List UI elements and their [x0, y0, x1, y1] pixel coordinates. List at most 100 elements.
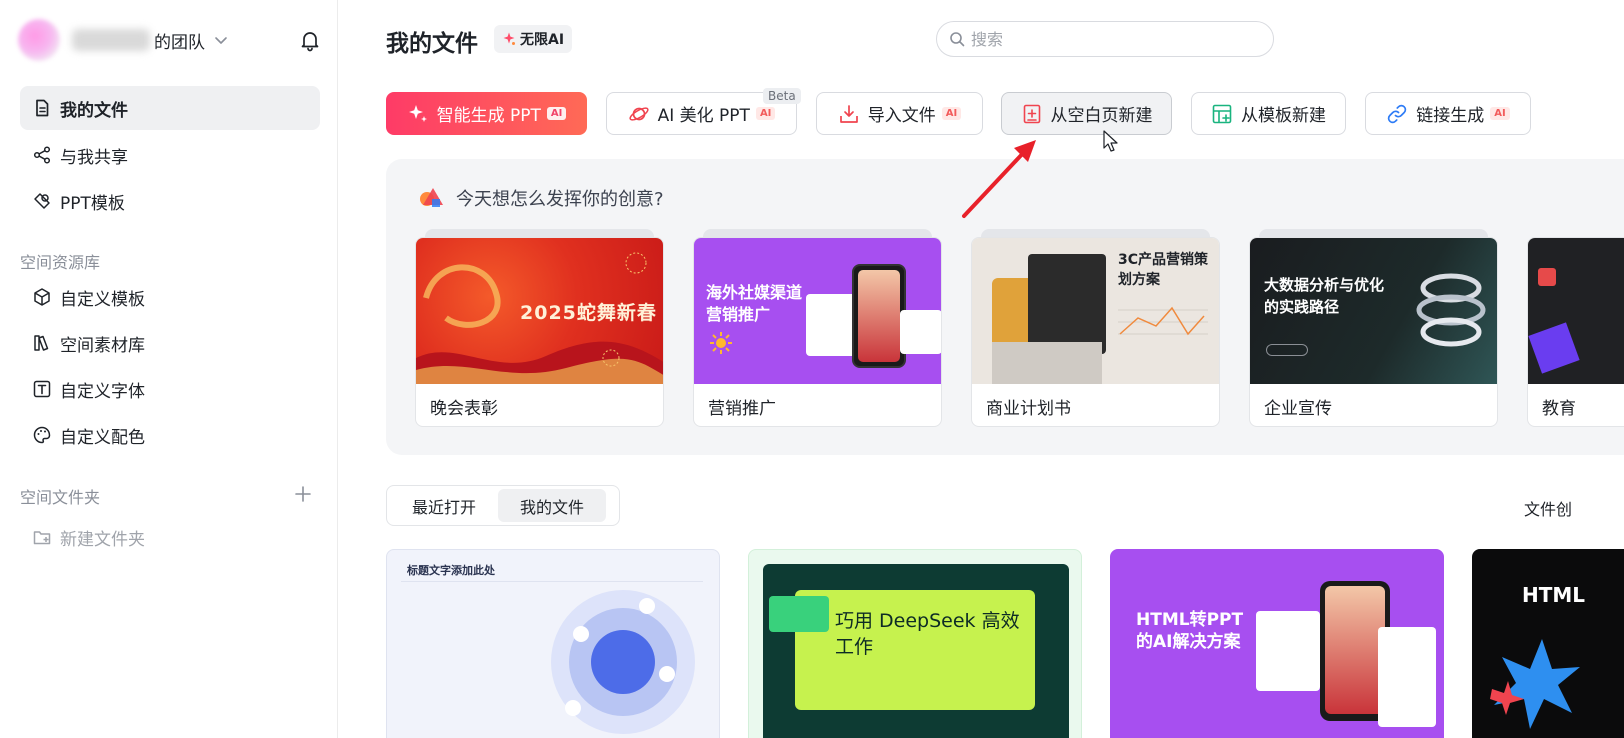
sidebar-item-label: 与我共享: [60, 147, 128, 168]
device-base: [992, 342, 1102, 384]
template-label: 教育: [1542, 398, 1576, 419]
import-icon: [838, 103, 860, 125]
template-label: 晚会表彰: [430, 398, 498, 419]
ai-tag: AI: [1490, 107, 1510, 120]
space-library-heading: 空间资源库: [20, 253, 101, 272]
sidebar-item-ppt-templates[interactable]: PPT模板: [20, 179, 320, 223]
template-plus-icon: [1211, 103, 1233, 125]
page-title: 我的文件: [386, 31, 478, 57]
ai-tag: AI: [941, 107, 962, 120]
new-folder-button[interactable]: 新建文件夹: [20, 515, 320, 559]
template-label: 企业宣传: [1264, 398, 1332, 419]
template-thumbnail: 海外社媒渠道营销推广: [694, 238, 941, 384]
sidebar-item-label: PPT模板: [60, 193, 125, 214]
action-label: AI 美化 PPT: [657, 106, 750, 126]
new-folder-label: 新建文件夹: [60, 529, 145, 550]
thumb-shape: [1538, 268, 1556, 286]
link-icon: [1386, 103, 1408, 125]
sidebar-item-label: 空间素材库: [60, 335, 145, 356]
ai-generate-ppt-button[interactable]: 智能生成 PPT AI: [386, 92, 587, 135]
template-label: 商业计划书: [986, 398, 1071, 419]
template-card-marketing[interactable]: 海外社媒渠道营销推广 营销推广: [693, 237, 942, 427]
sidebar-item-custom-colors[interactable]: 自定义配色: [20, 413, 320, 457]
sidebar-item-shared[interactable]: 与我共享: [20, 133, 320, 177]
thumb-slide: 巧用 DeepSeek 高效工作: [763, 564, 1069, 738]
sidebar-item-label: 我的文件: [60, 100, 128, 121]
import-file-button[interactable]: 导入文件 AI: [816, 92, 983, 135]
template-thumb-title: 海外社媒渠道营销推广: [706, 283, 803, 324]
new-blank-button[interactable]: 从空白页新建: [1001, 92, 1172, 135]
new-from-template-button[interactable]: 从模板新建: [1191, 92, 1346, 135]
folder-plus-icon: [32, 527, 52, 547]
file-card[interactable]: 标题文字添加此处: [386, 549, 720, 738]
file-tabs: 最近打开 我的文件: [386, 485, 620, 526]
search-icon: [950, 32, 965, 47]
prompt-text: 今天想怎么发挥你的创意?: [456, 189, 664, 210]
template-thumb-title: 3C产品营销策划方案: [1118, 252, 1209, 288]
share-icon: [32, 145, 52, 165]
sidebar-item-custom-fonts[interactable]: 自定义字体: [20, 367, 320, 411]
sidebar-item-custom-templates[interactable]: 自定义模板: [20, 275, 320, 319]
team-avatar: [18, 19, 60, 61]
tab-recent[interactable]: 最近打开: [390, 489, 498, 522]
template-card-corporate[interactable]: 大数据分析与优化的实践路径 企业宣传: [1249, 237, 1498, 427]
sidebar-item-label: 自定义配色: [60, 427, 145, 448]
ai-tag: AI: [546, 107, 567, 120]
search-input[interactable]: [971, 29, 1251, 49]
ai-quota-badge[interactable]: 无限AI: [494, 25, 573, 53]
add-folder-icon[interactable]: [293, 484, 313, 504]
sort-by-label[interactable]: 文件创: [1524, 496, 1572, 520]
bell-icon[interactable]: [298, 28, 322, 52]
blank-page-plus-icon: [1021, 103, 1043, 125]
sidebar-item-label: 自定义字体: [60, 381, 145, 402]
thumb-shape: [1528, 322, 1580, 374]
tab-my-files[interactable]: 我的文件: [498, 489, 607, 522]
file-thumb-title: 巧用 DeepSeek 高效工作: [835, 610, 1020, 658]
social-post-mock: [1378, 627, 1436, 727]
action-label: 导入文件: [867, 106, 936, 126]
file-card[interactable]: HTML: [1472, 549, 1624, 738]
line-chart-illustration: [1118, 306, 1208, 336]
app-root: 的团队 我的文件 与我共享 PPT模板 空间资源库 自定义模板 空间素材库 自定…: [0, 0, 1624, 738]
chevron-down-icon: [215, 37, 227, 44]
circle-diagram-illustration: [551, 590, 695, 734]
sidebar-item-my-files[interactable]: 我的文件: [20, 86, 320, 130]
file-thumb-title: HTML: [1522, 583, 1586, 607]
mouse-cursor-icon: [1103, 130, 1118, 152]
team-name-blurred: [72, 29, 150, 51]
planet-icon: [628, 103, 650, 125]
template-card-business-plan[interactable]: 3C产品营销策划方案 商业计划书: [971, 237, 1220, 427]
document-icon: [32, 98, 52, 118]
palette-icon: [32, 425, 52, 445]
file-thumb-title: HTML转PPT的AI解决方案: [1136, 610, 1244, 652]
template-thumb-title: 2025蛇舞新春: [520, 302, 657, 324]
device-illustration: [1028, 254, 1106, 354]
starburst-illustration: [1490, 639, 1580, 729]
template-thumbnail: 2025蛇舞新春: [416, 238, 663, 384]
team-switcher[interactable]: 的团队: [18, 16, 248, 64]
sparkle-icon: [407, 103, 429, 125]
action-label: 链接生成: [1416, 106, 1485, 126]
annotation-arrow-icon: [962, 140, 1036, 218]
template-card-education[interactable]: 教育: [1527, 237, 1624, 427]
sidebar-item-asset-library[interactable]: 空间素材库: [20, 321, 320, 365]
file-card[interactable]: 巧用 DeepSeek 高效工作: [748, 549, 1082, 738]
file-card[interactable]: HTML转PPT的AI解决方案: [1110, 549, 1444, 738]
thumb-pill: [1266, 344, 1308, 356]
sidebar-item-label: 自定义模板: [60, 289, 145, 310]
cube-icon: [32, 287, 52, 307]
thumb-shape: [769, 596, 829, 632]
action-label: 从模板新建: [1241, 106, 1326, 126]
link-generate-button[interactable]: 链接生成 AI: [1365, 92, 1531, 135]
template-label: 营销推广: [708, 398, 776, 419]
font-icon: [32, 379, 52, 399]
action-label: 智能生成 PPT: [436, 106, 541, 126]
template-thumbnail: 3C产品营销策划方案: [972, 238, 1219, 384]
space-folders-heading: 空间文件夹: [20, 488, 101, 507]
sparkle-icon: [503, 32, 515, 45]
search-box[interactable]: [936, 21, 1274, 57]
template-thumb-title: 大数据分析与优化的实践路径: [1264, 276, 1385, 316]
social-post-mock: [900, 310, 941, 354]
template-card-gala[interactable]: 2025蛇舞新春 晚会表彰: [415, 237, 664, 427]
template-thumbnail: 大数据分析与优化的实践路径: [1250, 238, 1497, 384]
